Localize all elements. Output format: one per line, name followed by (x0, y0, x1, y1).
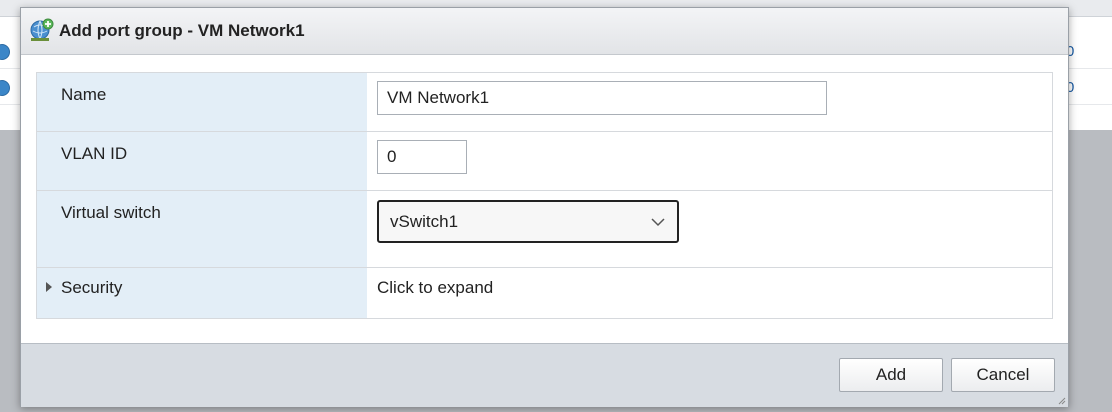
security-expand-hint[interactable]: Click to expand (377, 278, 493, 298)
dialog-title-bar[interactable]: Add port group - VM Network1 (21, 8, 1068, 55)
label-cell: Security (37, 268, 367, 318)
form-row-virtual-switch: Virtual switch vSwitch1 (37, 191, 1052, 268)
name-label: Name (61, 85, 107, 104)
chevron-down-icon (651, 218, 665, 227)
network-icon (0, 44, 10, 60)
virtual-switch-selected-value: vSwitch1 (390, 212, 459, 231)
form-row-name: Name (37, 73, 1052, 132)
add-network-icon (30, 18, 54, 41)
vlan-id-label: VLAN ID (61, 144, 128, 163)
name-input[interactable] (377, 81, 827, 115)
network-icon (0, 80, 10, 96)
cancel-button[interactable]: Cancel (951, 358, 1055, 392)
form-row-vlan-id: VLAN ID (37, 132, 1052, 191)
resize-grip-icon[interactable] (1056, 395, 1066, 405)
dialog-footer: Add Cancel (21, 343, 1068, 407)
vlan-id-input[interactable] (377, 140, 467, 174)
port-group-form: Name VLAN ID Virtual switch vSwitch1 (36, 72, 1053, 319)
add-port-group-dialog: Add port group - VM Network1 Name VLAN I… (20, 7, 1069, 407)
label-cell: Virtual switch (37, 191, 367, 267)
security-label: Security (61, 278, 123, 297)
label-cell: Name (37, 73, 367, 131)
form-row-security[interactable]: Security Click to expand (37, 268, 1052, 318)
virtual-switch-label: Virtual switch (61, 203, 161, 222)
add-button[interactable]: Add (839, 358, 943, 392)
dialog-title: Add port group - VM Network1 (59, 21, 305, 40)
expand-arrow-icon[interactable] (46, 282, 52, 292)
label-cell: VLAN ID (37, 132, 367, 190)
virtual-switch-select[interactable]: vSwitch1 (377, 200, 679, 243)
